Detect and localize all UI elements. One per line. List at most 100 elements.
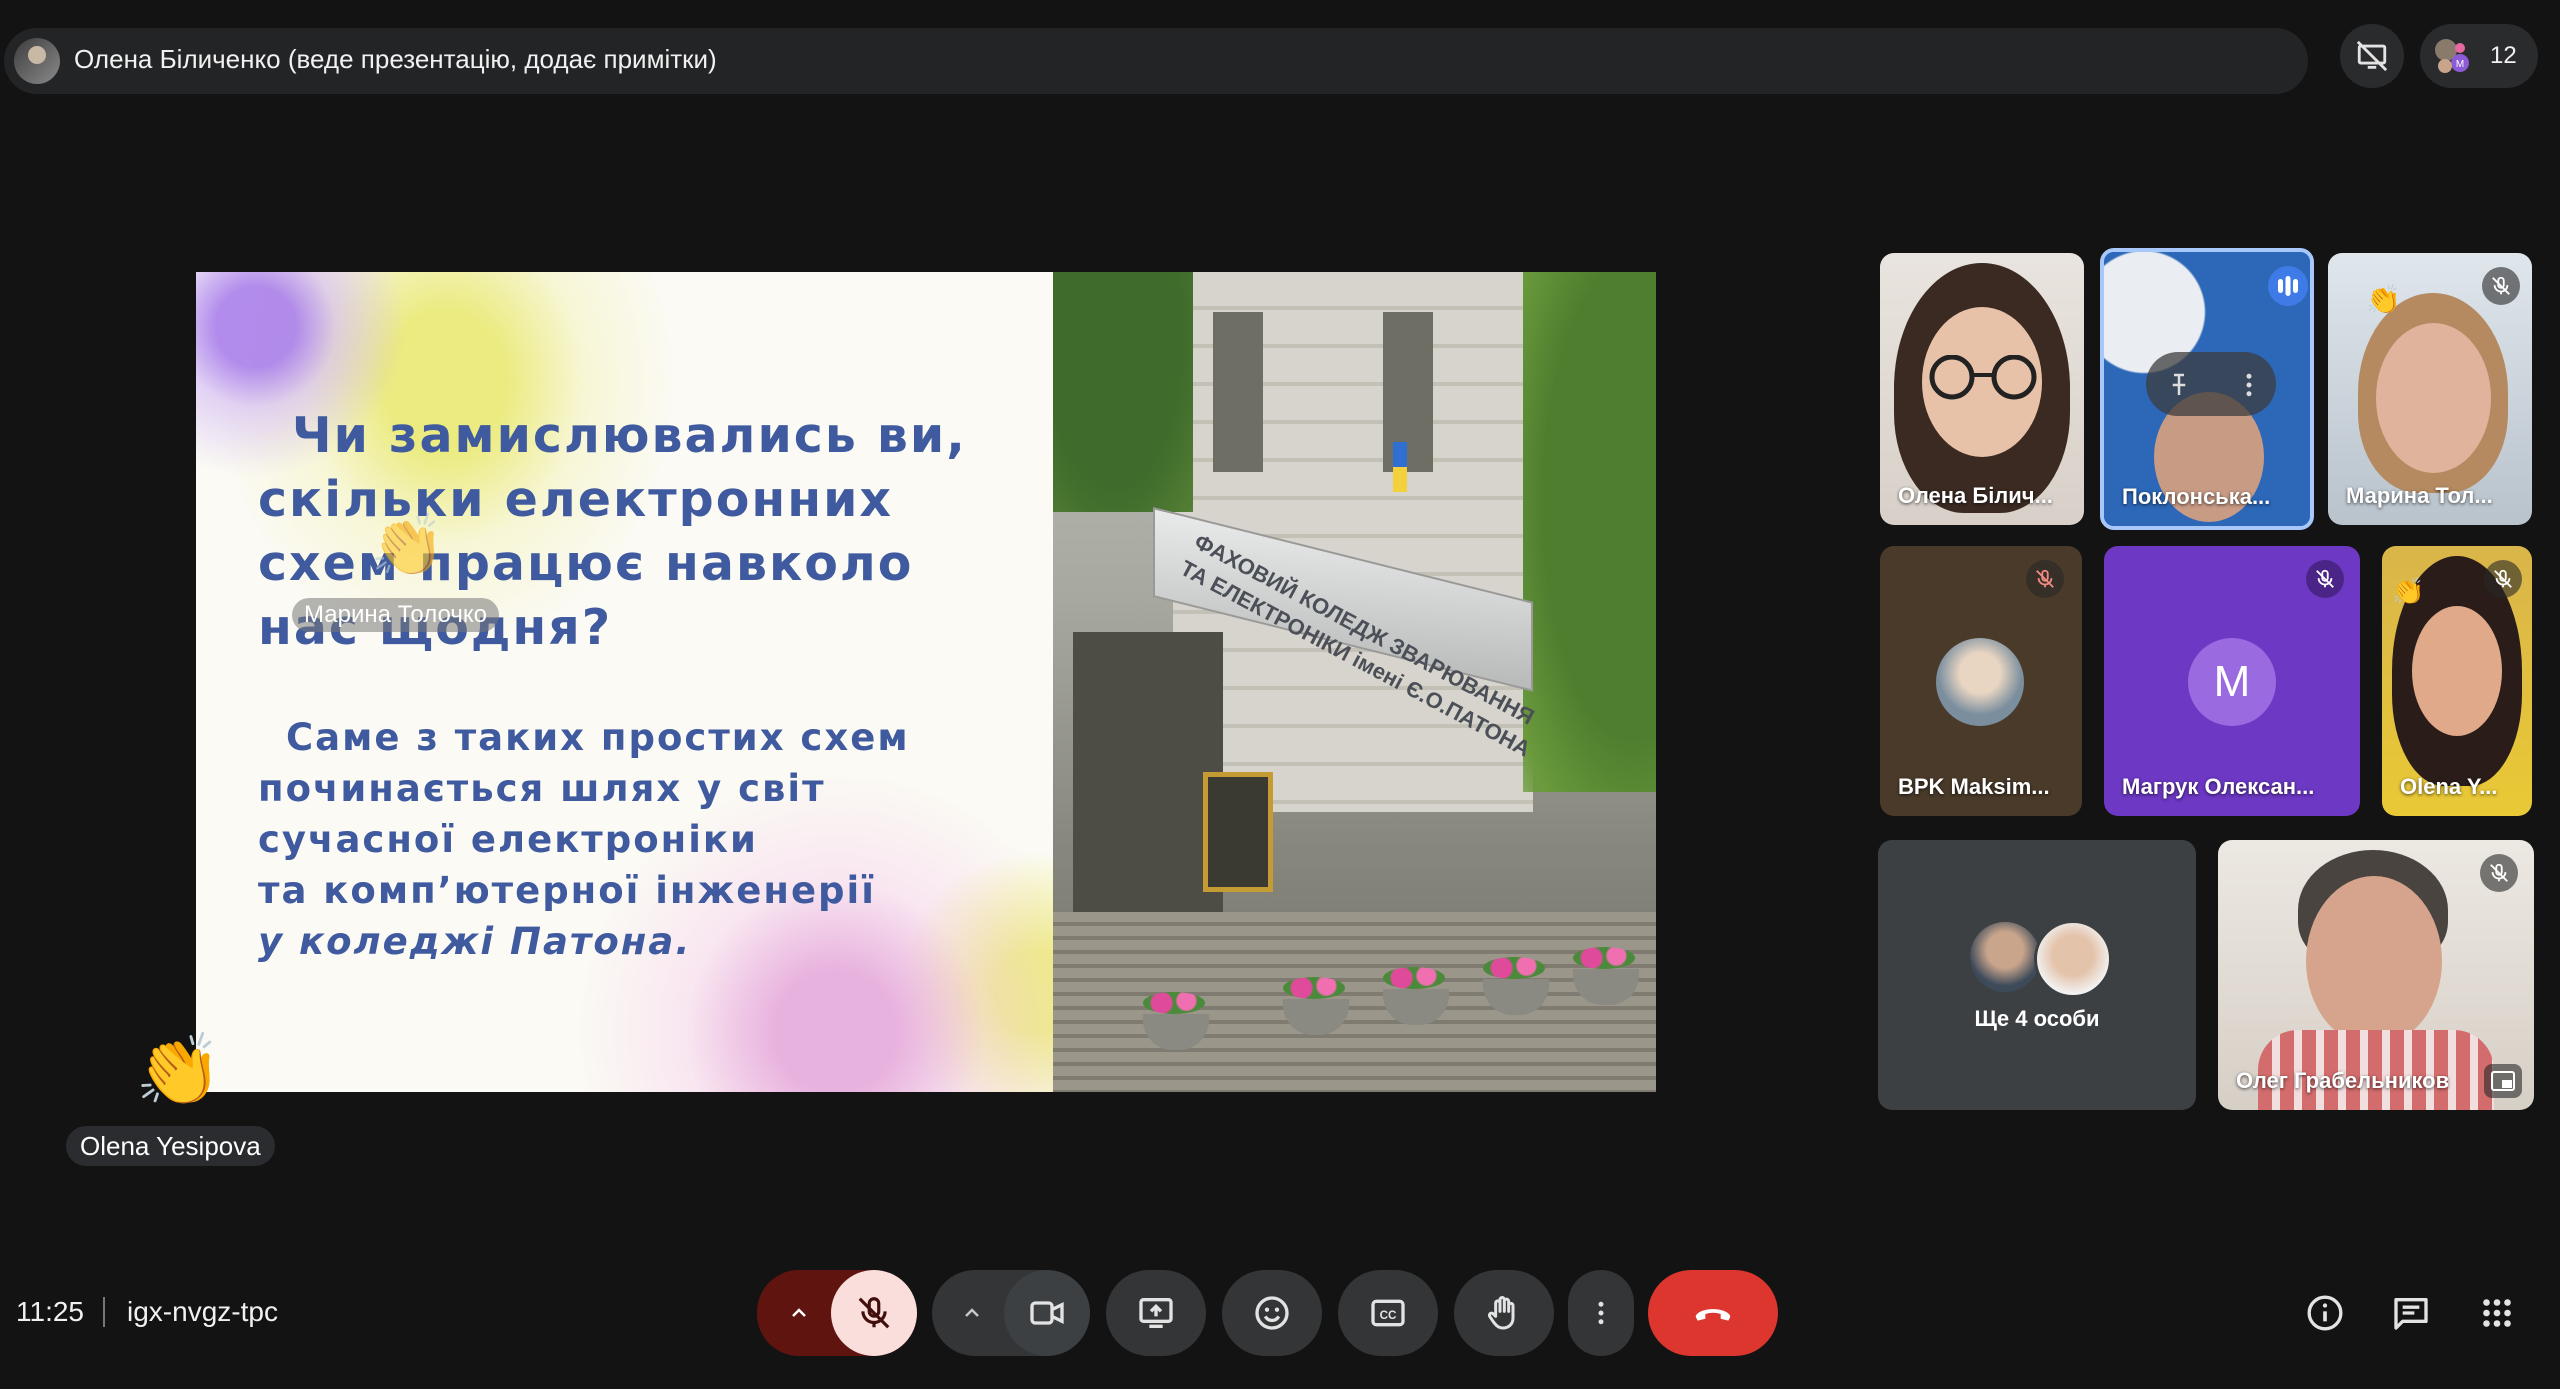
slide-body-line-2: починається шлях у світ	[258, 767, 826, 810]
presentation-slide: Чи замислювались ви, скільки електронних…	[196, 272, 1656, 1092]
muted-indicator	[2480, 854, 2518, 892]
participants-avatars-icon: M	[2435, 39, 2469, 73]
pin-icon[interactable]	[2164, 370, 2194, 400]
more-vert-icon	[1598, 1301, 1604, 1325]
mic-off-icon	[2494, 569, 2512, 588]
presenter-avatar	[14, 38, 60, 84]
photo-window	[1213, 312, 1263, 472]
photo-planter	[1143, 992, 1209, 1050]
captions-button[interactable]: CC	[1338, 1270, 1438, 1356]
muted-indicator	[2026, 560, 2064, 598]
mic-off-icon	[2036, 569, 2054, 588]
picture-in-picture-icon[interactable]	[2484, 1064, 2522, 1098]
participant-name: Олена Білич...	[1898, 483, 2053, 508]
clapping-hands-reaction-icon: 👏	[370, 512, 445, 579]
photo-notice-board	[1203, 772, 1273, 892]
raise-hand-button[interactable]	[1454, 1270, 1554, 1356]
info-icon	[2307, 1295, 2343, 1331]
participant-name: Марина Тол...	[2346, 483, 2493, 508]
slide-emphasis-line: у коледжі Патона.	[258, 920, 692, 963]
participant-avatar	[1936, 638, 2024, 726]
slide-reaction-name: Марина Толочко	[292, 598, 499, 632]
slide-body-line-3: сучасної електроніки	[258, 818, 758, 861]
reaction-sender-name: Olena Yesipova	[66, 1126, 275, 1166]
participant-tile-active-speaker[interactable]: Поклонська...	[2100, 248, 2314, 530]
slide-body-line-4: та комп’ютерної інженерії	[258, 869, 876, 912]
chat-icon	[2394, 1298, 2428, 1330]
participant-tile[interactable]: M Магрук Олексан...	[2104, 546, 2360, 816]
photo-entrance	[1073, 632, 1223, 922]
participant-name: Olena Y...	[2400, 774, 2498, 799]
participants-count: 12	[2490, 42, 2517, 69]
more-options-icon[interactable]	[2234, 370, 2264, 400]
photo-window	[1383, 312, 1433, 472]
more-options-button[interactable]	[1568, 1270, 1634, 1356]
camera-toggle-button[interactable]	[1004, 1270, 1090, 1356]
closed-captions-icon: CC	[1371, 1299, 1405, 1327]
presenter-title: Олена Біличенко (веде презентацію, додає…	[74, 44, 717, 74]
mic-off-icon	[2316, 569, 2334, 588]
leave-call-button[interactable]	[1648, 1270, 1778, 1356]
participant-tile[interactable]: 👏 Olena Y...	[2382, 546, 2532, 816]
participant-tile[interactable]: BPK Maksim...	[1880, 546, 2082, 816]
participant-name: Магрук Олексан...	[2122, 774, 2315, 799]
photo-planter	[1383, 967, 1449, 1025]
mic-toggle-button[interactable]	[831, 1270, 917, 1356]
divider	[103, 1297, 105, 1327]
photo-planter	[1573, 947, 1639, 1005]
participant-face	[2306, 876, 2442, 1046]
slide-question-line-1: Чи замислювались ви,	[292, 407, 967, 464]
participant-face	[2412, 606, 2502, 736]
slide-body-line-1: Саме з таких простих схем	[286, 716, 910, 759]
audio-options-button[interactable]	[757, 1270, 841, 1356]
slide-question-line-2: скільки електронних	[258, 471, 894, 528]
emoji-icon	[1255, 1296, 1289, 1330]
activities-button[interactable]	[2464, 1280, 2530, 1346]
participant-initial-avatar: M	[2188, 638, 2276, 726]
mic-off-icon	[858, 1297, 890, 1329]
participant-name: Поклонська...	[2122, 484, 2271, 509]
apps-grid-icon	[2483, 1299, 2511, 1327]
glasses-icon	[1929, 355, 2037, 400]
mic-off-icon	[2490, 863, 2508, 882]
participant-tile[interactable]: Олена Білич...	[1880, 253, 2084, 525]
present-now-button[interactable]	[1106, 1270, 1206, 1356]
photo-flag	[1393, 442, 1407, 492]
speaking-indicator-icon	[2268, 266, 2308, 306]
photo-planter	[1283, 977, 1349, 1035]
meeting-clock: 11:25	[16, 1296, 84, 1327]
send-reaction-button[interactable]	[1222, 1270, 1322, 1356]
hide-presentation-button[interactable]	[2340, 24, 2404, 88]
clapping-hands-reaction-icon: 👏	[135, 1031, 223, 1109]
meeting-details-button[interactable]	[2292, 1280, 2358, 1346]
muted-indicator	[2306, 560, 2344, 598]
present-screen-icon	[1139, 1298, 1173, 1328]
slide-question-line-3: схем працює навколо	[258, 535, 914, 592]
participant-tile[interactable]: 👏 Марина Тол...	[2328, 253, 2532, 525]
muted-indicator	[2482, 267, 2520, 305]
clapping-hands-reaction-icon: 👏	[2392, 576, 2425, 606]
chevron-up-icon	[965, 1308, 979, 1317]
clapping-hands-reaction-icon: 👏	[2366, 284, 2401, 315]
more-participants-label: Ще 4 особи	[1974, 1006, 2100, 1031]
college-building-photo: ФАХОВИЙ КОЛЕДЖ ЗВАРЮВАННЯ ТА ЕЛЕКТРОНІКИ…	[1053, 272, 1656, 1092]
photo-planter	[1483, 957, 1549, 1015]
participant-name: BPK Maksim...	[1898, 774, 2050, 799]
more-participants-tile[interactable]: Ще 4 особи	[1878, 840, 2196, 1110]
photo-tree	[1523, 272, 1656, 792]
svg-text:CC: CC	[1380, 1309, 1397, 1322]
svg-text:M: M	[2456, 59, 2464, 70]
end-call-icon	[1695, 1309, 1731, 1321]
video-options-button[interactable]	[932, 1270, 1012, 1356]
participant-tile[interactable]: Олег Грабельников	[2218, 840, 2534, 1110]
participant-avatar	[2034, 920, 2112, 998]
presentation-off-icon	[2356, 40, 2388, 72]
raise-hand-icon	[1487, 1296, 1515, 1330]
videocam-icon	[1030, 1301, 1064, 1325]
participant-name: Олег Грабельников	[2236, 1068, 2450, 1093]
chat-button[interactable]	[2378, 1280, 2444, 1346]
participant-avatar	[1970, 922, 2040, 992]
photo-tree	[1053, 272, 1193, 512]
meeting-code: igx-nvgz-tpc	[127, 1296, 278, 1327]
mic-off-icon	[2492, 276, 2510, 295]
